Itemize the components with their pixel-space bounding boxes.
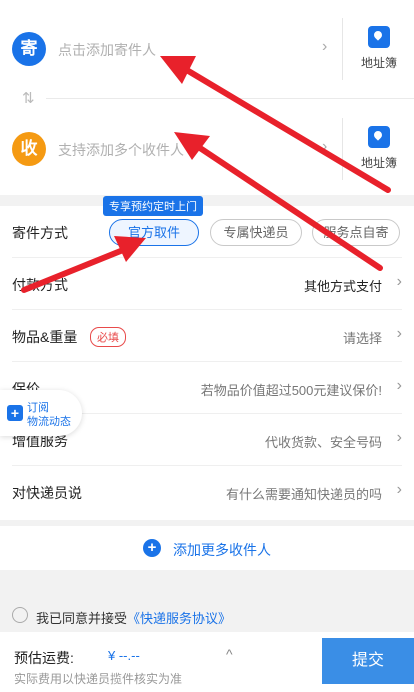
radio-unchecked-icon[interactable] — [12, 607, 28, 623]
insurance-value: 若物品价值超过500元建议保价! — [200, 383, 382, 398]
receiver-address-book-button[interactable]: 地址簿 — [352, 126, 406, 171]
fee-value: ¥ --.-- — [108, 648, 140, 663]
method-official-pickup-button[interactable]: 官方取件 — [109, 219, 199, 246]
chevron-right-icon: › — [396, 481, 402, 498]
address-book-icon — [368, 126, 390, 148]
payment-value: 其他方式支付 — [303, 279, 382, 294]
agreement-row: 我已同意并接受《快递服务协议》 — [0, 600, 414, 630]
receiver-row[interactable]: 收 支持添加多个收件人 › 地址簿 — [0, 108, 414, 188]
chevron-right-icon: › — [396, 325, 402, 342]
agreement-text: 我已同意并接受《快递服务协议》 — [36, 608, 231, 627]
chevron-right-icon: › — [396, 429, 402, 446]
chevron-right-icon: › — [322, 38, 328, 55]
sender-placeholder[interactable]: 点击添加寄件人 — [58, 40, 156, 60]
plus-circle-icon: + — [143, 539, 161, 557]
fee-label: 预估运费: — [14, 650, 74, 666]
options-list: 寄件方式 官方取件 专属快递员 服务点自寄 专享预约定时上门 付款方式 其他方式… — [0, 196, 414, 520]
method-courier-button[interactable]: 专属快递员 — [210, 219, 302, 246]
add-more-label: 添加更多收件人 — [173, 542, 271, 558]
goods-label: 物品&重量 — [12, 329, 78, 345]
address-book-icon — [368, 26, 390, 48]
address-book-label: 地址簿 — [360, 56, 397, 70]
chevron-right-icon: › — [396, 273, 402, 290]
receiver-placeholder[interactable]: 支持添加多个收件人 — [58, 140, 184, 160]
chevron-right-icon: › — [396, 377, 402, 394]
courier-note-label: 对快递员说 — [12, 485, 82, 501]
address-card: 寄 点击添加寄件人 › 地址簿 ⇅ 收 支持添加多个收件人 › 地址簿 — [0, 0, 414, 195]
agreement-prefix: 我已同意并接受 — [36, 611, 128, 626]
fee-note: 实际费用以快递员揽件核实为准 — [14, 672, 183, 686]
goods-value: 请选择 — [342, 331, 382, 346]
goods-row[interactable]: 物品&重量 必填 请选择 › — [0, 310, 414, 362]
chevron-up-icon[interactable]: ^ — [226, 646, 233, 662]
sender-badge: 寄 — [12, 32, 46, 66]
divider — [46, 98, 414, 99]
sender-row[interactable]: 寄 点击添加寄件人 › 地址簿 — [0, 8, 414, 88]
payment-row[interactable]: 付款方式 其他方式支付 › — [0, 258, 414, 310]
swap-icon[interactable]: ⇅ — [22, 89, 35, 107]
bookmark-icon: + — [7, 405, 23, 421]
divider — [342, 18, 343, 80]
subscribe-logistics-button[interactable]: + 订阅 物流动态 — [0, 390, 82, 436]
fee-bar: 预估运费: ¥ --.-- ^ 实际费用以快递员揽件核实为准 提交 — [0, 632, 414, 692]
divider — [342, 118, 343, 180]
sender-address-book-button[interactable]: 地址簿 — [352, 26, 406, 71]
submit-button[interactable]: 提交 — [322, 638, 414, 684]
service-agreement-link[interactable]: 《快递服务协议》 — [127, 611, 231, 626]
payment-label: 付款方式 — [12, 277, 68, 293]
value-added-value: 代收货款、安全号码 — [264, 435, 382, 450]
method-row: 寄件方式 官方取件 专属快递员 服务点自寄 专享预约定时上门 — [0, 196, 414, 258]
courier-note-value: 有什么需要通知快递员的吗 — [225, 487, 382, 502]
add-more-recipients-button[interactable]: + 添加更多收件人 — [0, 526, 414, 570]
required-tag: 必填 — [90, 327, 126, 347]
method-self-dropoff-button[interactable]: 服务点自寄 — [312, 219, 400, 246]
address-book-label: 地址簿 — [360, 156, 397, 170]
receiver-badge: 收 — [12, 132, 46, 166]
method-tip-badge: 专享预约定时上门 — [103, 196, 203, 216]
method-label: 寄件方式 — [12, 225, 68, 241]
courier-note-row[interactable]: 对快递员说 有什么需要通知快递员的吗 › — [0, 466, 414, 518]
subscribe-line2: 物流动态 — [27, 416, 71, 428]
chevron-right-icon: › — [322, 138, 328, 155]
